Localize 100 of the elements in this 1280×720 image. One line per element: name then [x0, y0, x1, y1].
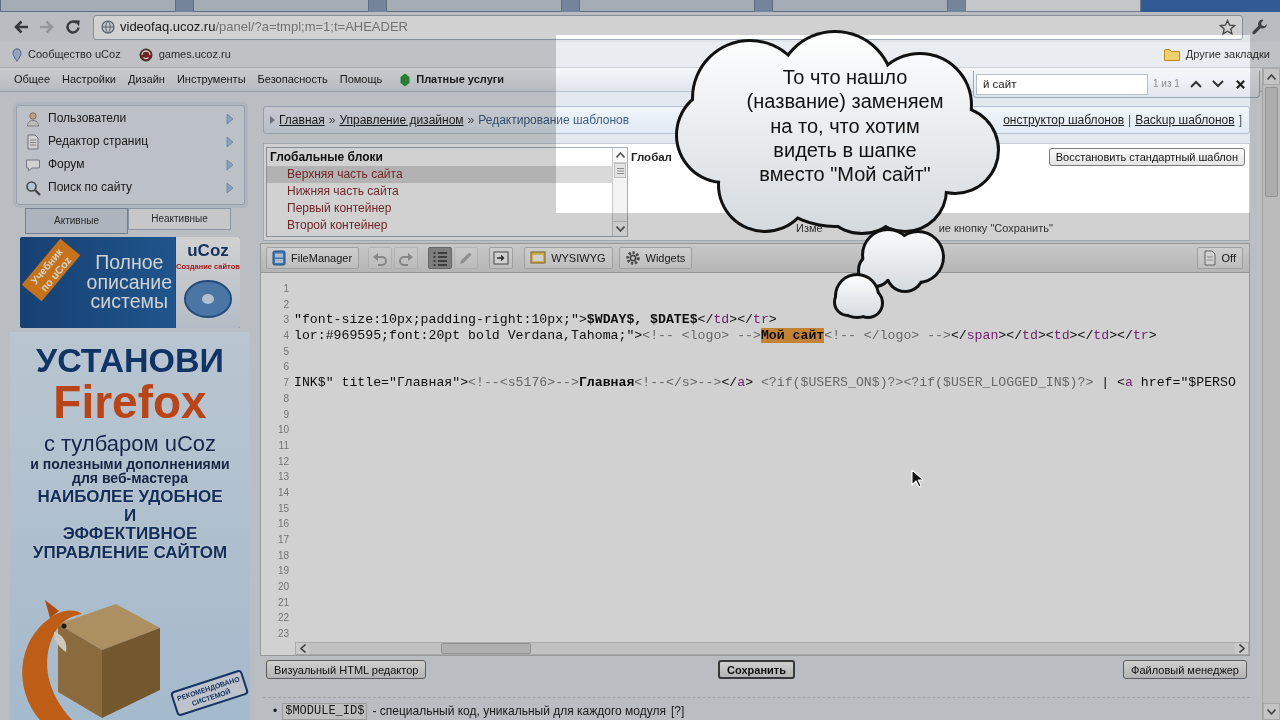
callout-text: То что нашло (название) заменяем на то, что хотим видеть в шапке вместо "Мой сайт"	[745, 65, 945, 187]
menu-link[interactable]: Инструменты	[176, 72, 246, 87]
visual-editor-button[interactable]: Визуальный HTML редактор	[266, 660, 427, 679]
gear-icon	[624, 250, 641, 266]
sidebar-menu-item[interactable]: Пользователи	[25, 107, 234, 130]
restore-template-button[interactable]: Восстановить стандартный шаблон	[1048, 148, 1245, 166]
hint-text: Изме	[796, 221, 823, 235]
expand-arrow-icon	[226, 112, 234, 125]
line-number: 22	[277, 612, 289, 624]
list-bullet: •	[273, 704, 278, 719]
line-number: 21	[277, 596, 289, 608]
line-number: 7	[283, 377, 289, 389]
preview-button[interactable]	[489, 247, 514, 269]
template-list-item[interactable]: Первый контейнер	[267, 200, 612, 217]
scroll-thumb[interactable]	[614, 163, 626, 178]
line-number: 18	[277, 549, 289, 561]
line-number: 11	[278, 439, 289, 451]
line-number: 9	[283, 408, 289, 420]
bookmark-link[interactable]: Сообщество uCoz	[12, 47, 121, 62]
scroll-right-button[interactable]	[1235, 643, 1248, 654]
line-number: 19	[277, 565, 289, 577]
star-icon[interactable]	[1219, 18, 1236, 36]
file-manager-button[interactable]: Файловый менеджер	[1123, 660, 1247, 679]
menu-link[interactable]: Помощь	[339, 72, 383, 87]
menu-link[interactable]: Дизайн	[127, 72, 165, 87]
template-list-item[interactable]: Верхняя часть сайта	[267, 166, 612, 183]
breadcrumb-link[interactable]: Управление дизайном	[339, 112, 464, 128]
book-title: uCoz	[187, 242, 229, 260]
scroll-thumb[interactable]	[1265, 87, 1278, 197]
widgets-button[interactable]: Widgets	[618, 247, 693, 269]
sidebar-menu-item[interactable]: Форум	[25, 153, 234, 176]
link-separator: ]	[1238, 112, 1242, 128]
template-link[interactable]: Backup шаблонов	[1135, 112, 1235, 128]
code-line: INK$" title="Главная"><!--<s5176>-->Главная<!--</s>--></a> <?if($USERS_ON$)?><?if($USER_LOGGED_IN$)?> | <a href="$PERSO	[294, 375, 1236, 391]
list-heading: Глобальные блоки	[270, 149, 383, 166]
menu-link[interactable]: Настройки	[62, 72, 116, 87]
expand-arrow-icon	[226, 181, 234, 194]
file-manager-button[interactable]: FileManager	[266, 247, 360, 269]
reload-icon	[65, 19, 81, 35]
template-list-item[interactable]: Нижняя часть сайта	[267, 183, 612, 200]
menu-link[interactable]: Общее	[14, 72, 51, 87]
sidebar-tab[interactable]: Неактивные	[128, 208, 231, 230]
line-number: 10	[277, 424, 289, 436]
line-number: 14	[277, 486, 289, 498]
help-link[interactable]: [?]	[671, 704, 685, 719]
globe-icon	[101, 20, 115, 34]
sidebar-menu-item[interactable]: Поиск по сайту	[25, 176, 234, 199]
horizontal-scrollbar[interactable]	[295, 642, 1249, 655]
scroll-thumb[interactable]	[441, 643, 531, 654]
menu-link[interactable]: Безопасность	[257, 72, 328, 87]
list-button[interactable]	[428, 247, 453, 269]
list-scrollbar[interactable]	[612, 148, 627, 236]
chevron-down-icon	[1212, 80, 1225, 88]
speech-bubble-icon	[25, 156, 41, 173]
line-number: 3	[283, 314, 289, 326]
address-bar[interactable]: videofaq.ucoz.ru/panel/?a=tmpl;m=1;t=AHEADER	[93, 14, 1243, 40]
line-number: 20	[277, 581, 289, 593]
sidebar-tab[interactable]: Активные	[25, 208, 128, 234]
link-separator: |	[1128, 112, 1132, 128]
wysiwyg-button[interactable]: WYSIWYG	[524, 247, 613, 269]
hexagon-icon	[400, 72, 411, 87]
line-number: 17	[277, 534, 289, 545]
find-field[interactable]: й сайт	[976, 73, 1148, 95]
toggle-button[interactable]: Off	[1196, 247, 1243, 269]
ball-icon	[138, 47, 153, 62]
cabinet-icon	[272, 250, 286, 266]
save-button[interactable]: Сохранить	[718, 660, 795, 679]
bookmark-link[interactable]: games.ucoz.ru	[138, 47, 231, 62]
bookmarks-folder-button[interactable]: Другие закладки	[1163, 47, 1270, 62]
footnote-text: - специальный код, уникальный для каждого модуля	[372, 704, 666, 719]
page-scrollbar[interactable]	[1262, 68, 1280, 720]
template-title: Глобал	[631, 150, 672, 165]
scroll-left-button[interactable]	[296, 643, 309, 654]
scroll-up-button[interactable]	[613, 148, 627, 163]
banner-subtitle: с тулбаром uCoz	[43, 432, 217, 456]
page-icon	[1202, 250, 1217, 266]
banner-slogan: НАИБОЛЕЕ УДОБНОЕ И ЭФФЕКТИВНОЕ УПРАВЛЕНИЕ САЙТОМ	[32, 488, 228, 562]
breadcrumb-separator: »	[467, 112, 475, 128]
grip-icon	[616, 167, 624, 174]
line-number: 6	[283, 361, 289, 373]
list-icon	[432, 250, 449, 266]
scroll-down-button[interactable]	[613, 221, 627, 236]
banner-note: и полезными дополнениями для веб-мастера	[30, 458, 230, 485]
mouse-cursor-icon	[911, 469, 923, 488]
line-number: 15	[277, 502, 289, 514]
line-number: 16	[277, 518, 289, 530]
scroll-up-button[interactable]	[1263, 68, 1280, 85]
banner-headline: УСТАНОВИ	[36, 342, 224, 378]
banner-title: Полное описание системы	[86, 253, 172, 312]
breadcrumb-link[interactable]: Главная	[279, 112, 325, 128]
code-line: "font-size:10px;padding-right:10px;">$WDAY$, $DATE$</td></tr>	[294, 312, 777, 329]
line-number: 2	[283, 298, 289, 310]
sidebar-menu-item[interactable]: Редактор страниц	[25, 130, 234, 153]
template-link[interactable]: онструктор шаблонов	[1003, 112, 1125, 128]
menu-link[interactable]: Платные услуги	[400, 72, 505, 87]
scroll-down-button[interactable]	[1263, 703, 1280, 720]
template-list-item[interactable]: Второй контейнер	[267, 217, 612, 234]
breadcrumb-separator: »	[328, 112, 336, 128]
hint-text: ие кнопку "Сохранить"	[938, 221, 1053, 235]
line-number: 23	[277, 628, 289, 640]
